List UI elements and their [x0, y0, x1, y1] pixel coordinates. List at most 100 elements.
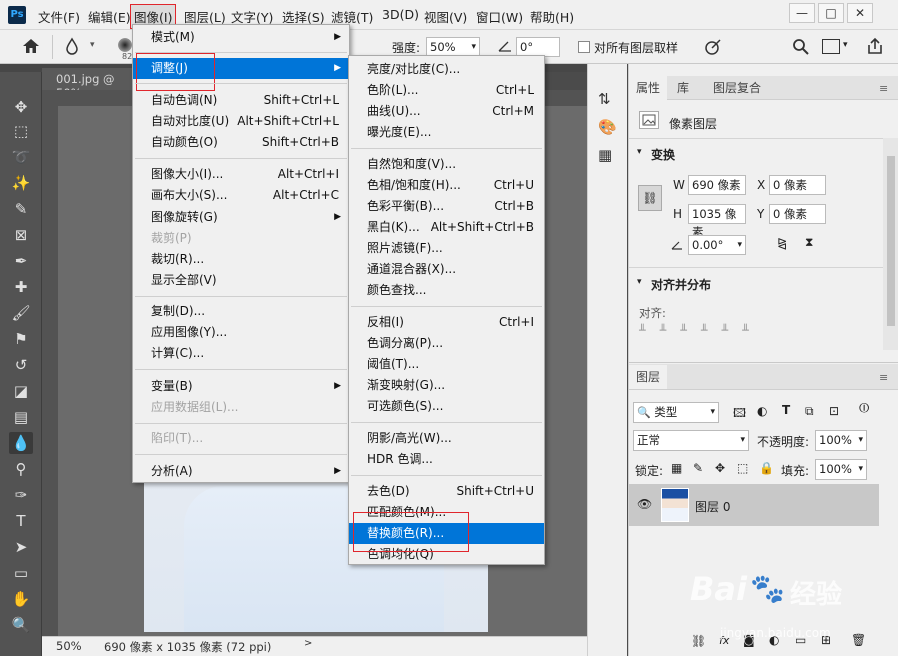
lock-all-icon[interactable]: 🔒 — [759, 461, 774, 475]
menu-item-threshold[interactable]: 阈值(T)... — [349, 354, 544, 375]
magic-wand-tool-icon[interactable]: ✨ — [9, 172, 33, 194]
stamp-tool-icon[interactable]: ⚑ — [9, 328, 33, 350]
filter-type-icon[interactable]: T — [782, 403, 790, 417]
menu-item-black-white[interactable]: 黑白(K)... Alt+Shift+Ctrl+B — [349, 217, 544, 238]
menu-item-brightness-contrast[interactable]: 亮度/对比度(C)... — [349, 59, 544, 80]
chevron-down-icon[interactable]: ▾ — [471, 38, 476, 56]
lock-position-icon[interactable]: ✥ — [715, 461, 725, 475]
tab-layers[interactable]: 图层 — [629, 365, 667, 389]
pen-tool-icon[interactable]: ✑ — [9, 484, 33, 506]
align-icons-row[interactable]: ╨╨╨╨╨╨ — [639, 324, 763, 337]
layer-row[interactable]: 👁 图层 0 — [629, 484, 879, 526]
filter-adjustment-icon[interactable]: ◐ — [757, 404, 767, 418]
chevron-down-icon[interactable]: ▾ — [90, 40, 95, 50]
chevron-down-icon[interactable]: ▾ — [710, 403, 715, 421]
eyedropper-tool-icon[interactable]: ✒ — [9, 250, 33, 272]
chevron-down-icon[interactable]: ▾ — [637, 277, 642, 287]
strength-field[interactable]: 50% ▾ — [426, 37, 480, 57]
menu-item-apply-image[interactable]: 应用图像(Y)... — [133, 322, 349, 343]
search-icon[interactable] — [792, 38, 810, 59]
menu-item-analysis[interactable]: 分析(A) ▶ — [133, 461, 349, 482]
menu-item-reveal-all[interactable]: 显示全部(V) — [133, 270, 349, 291]
brush-preview-icon[interactable] — [118, 38, 132, 52]
flip-vertical-icon[interactable]: ⧗ — [805, 235, 813, 250]
link-layers-icon[interactable]: ⛓ — [691, 634, 706, 648]
menu-item-gradient-map[interactable]: 渐变映射(G)... — [349, 375, 544, 396]
menu-item-calculations[interactable]: 计算(C)... — [133, 343, 349, 364]
color-palette-icon[interactable]: 🎨 — [598, 118, 617, 136]
brush-tool-icon[interactable]: 🖌 — [9, 302, 33, 324]
menu-item-auto-color[interactable]: 自动颜色(O) Shift+Ctrl+B — [133, 132, 349, 153]
frame-tool-icon[interactable]: ⊠ — [9, 224, 33, 246]
menu-item-canvas-size[interactable]: 画布大小(S)... Alt+Ctrl+C — [133, 185, 349, 206]
filter-smart-object-icon[interactable]: ⊡ — [829, 404, 839, 418]
chevron-down-icon[interactable]: ▾ — [858, 431, 863, 449]
chevron-down-icon[interactable]: ▾ — [858, 460, 863, 478]
menu-item-variables[interactable]: 变量(B) ▶ — [133, 376, 349, 397]
link-icon[interactable]: ⛓ — [638, 185, 662, 211]
menu-item-trim[interactable]: 裁切(R)... — [133, 249, 349, 270]
menu-item-color-lookup[interactable]: 颜色查找... — [349, 280, 544, 301]
lock-pixels-icon[interactable]: ✎ — [693, 461, 703, 475]
menu-item-levels[interactable]: 色阶(L)... Ctrl+L — [349, 80, 544, 101]
minimize-button[interactable]: — — [789, 3, 815, 23]
menu-item-desaturate[interactable]: 去色(D) Shift+Ctrl+U — [349, 481, 544, 502]
tab-properties[interactable]: 属性 — [629, 76, 667, 100]
menu-item-posterize[interactable]: 色调分离(P)... — [349, 333, 544, 354]
fill-field[interactable]: 100% ▾ — [815, 459, 867, 480]
workspace-icon[interactable] — [822, 39, 840, 54]
sample-all-checkbox[interactable] — [578, 41, 590, 53]
document-tab[interactable]: 001.jpg @ 50% — [42, 68, 142, 100]
type-tool-icon[interactable]: T — [9, 510, 33, 532]
flip-horizontal-icon[interactable]: ⧎ — [777, 236, 787, 250]
dodge-tool-icon[interactable]: ⚲ — [9, 458, 33, 480]
close-button[interactable]: ✕ — [847, 3, 873, 23]
menu-item-exposure[interactable]: 曝光度(E)... — [349, 122, 544, 143]
menu-item-image-size[interactable]: 图像大小(I)... Alt+Ctrl+I — [133, 164, 349, 185]
panel-menu-icon[interactable]: ≡ — [879, 82, 888, 95]
zoom-tool-icon[interactable]: 🔍 — [9, 614, 33, 636]
properties-scrollbar[interactable] — [883, 138, 898, 350]
chevron-down-icon[interactable]: ▾ — [737, 236, 742, 254]
pressure-icon[interactable] — [704, 38, 722, 59]
lasso-tool-icon[interactable]: ➰ — [9, 146, 33, 168]
filter-pixel-icon[interactable]: 🖾 — [733, 404, 746, 425]
menu-edit[interactable]: 编辑(E) — [88, 7, 131, 26]
height-field[interactable]: 1035 像素 — [688, 204, 746, 239]
width-field[interactable]: 690 像素 — [688, 175, 746, 195]
menu-3d[interactable]: 3D(D) — [382, 7, 419, 22]
menu-item-selective-color[interactable]: 可选颜色(S)... — [349, 396, 544, 417]
menu-item-photo-filter[interactable]: 照片滤镜(F)... — [349, 238, 544, 259]
menu-window[interactable]: 窗口(W) — [476, 7, 523, 26]
blur-tool-icon[interactable] — [64, 37, 80, 58]
filter-shape-icon[interactable]: ⧉ — [805, 404, 814, 419]
blur-tool-icon[interactable]: 💧 — [9, 432, 33, 454]
marquee-tool-icon[interactable]: ⬚ — [9, 120, 33, 142]
visibility-eye-icon[interactable]: 👁 — [637, 497, 652, 511]
gradient-tool-icon[interactable]: ▤ — [9, 406, 33, 428]
healing-brush-tool-icon[interactable]: ✚ — [9, 276, 33, 298]
menu-item-shadows-highlights[interactable]: 阴影/高光(W)... — [349, 428, 544, 449]
menu-item-auto-tone[interactable]: 自动色调(N) Shift+Ctrl+L — [133, 90, 349, 111]
chevron-right-icon[interactable]: > — [304, 638, 312, 649]
filter-toggle-icon[interactable]: ⏼ — [859, 401, 869, 416]
menu-item-mode[interactable]: 模式(M) ▶ — [133, 27, 349, 48]
opacity-field[interactable]: 100% ▾ — [815, 430, 867, 451]
menu-item-image-rotation[interactable]: 图像旋转(G) ▶ — [133, 207, 349, 228]
rectangle-tool-icon[interactable]: ▭ — [9, 562, 33, 584]
menu-item-duplicate[interactable]: 复制(D)... — [133, 301, 349, 322]
history-icon[interactable]: ⇅ — [598, 90, 611, 108]
home-icon[interactable] — [22, 38, 40, 57]
lock-transparent-icon[interactable]: ▦ — [671, 461, 682, 475]
menu-item-auto-contrast[interactable]: 自动对比度(U) Alt+Shift+Ctrl+L — [133, 111, 349, 132]
menu-help[interactable]: 帮助(H) — [530, 7, 574, 26]
blend-mode-select[interactable]: 正常 ▾ — [633, 430, 749, 451]
menu-item-channel-mixer[interactable]: 通道混合器(X)... — [349, 259, 544, 280]
eraser-tool-icon[interactable]: ◪ — [9, 380, 33, 402]
layer-name[interactable]: 图层 0 — [695, 498, 730, 515]
maximize-button[interactable]: □ — [818, 3, 844, 23]
layer-filter-select[interactable]: 🔍 类型 ▾ — [633, 402, 719, 423]
panel-menu-icon[interactable]: ≡ — [879, 371, 888, 384]
rotation-field[interactable]: 0.00° ▾ — [688, 235, 746, 255]
move-tool-icon[interactable]: ✥ — [9, 96, 33, 118]
